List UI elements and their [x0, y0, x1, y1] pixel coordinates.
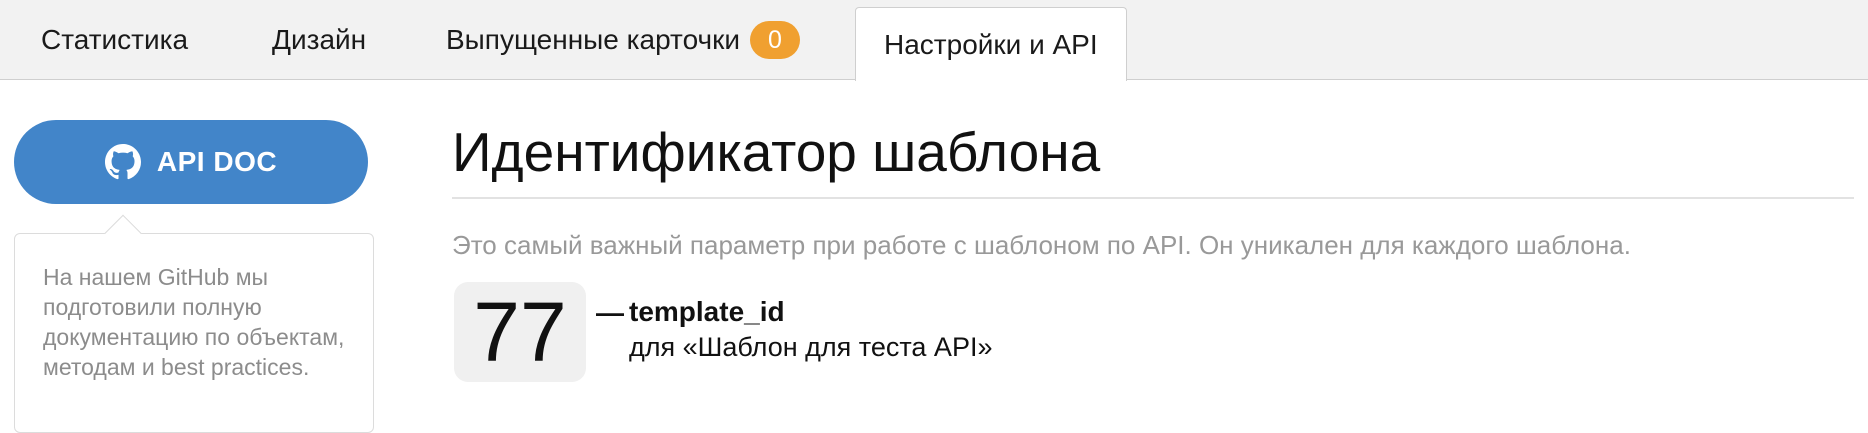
tab-design-label: Дизайн: [272, 24, 367, 55]
divider: [452, 197, 1854, 199]
github-icon: [104, 144, 141, 180]
template-id-param-name: template_id: [629, 296, 785, 327]
api-doc-button-label: API DOC: [156, 146, 278, 177]
template-id-description: для «Шаблон для теста API»: [629, 332, 993, 362]
api-doc-button[interactable]: API DOC: [14, 120, 368, 204]
section-description: Это самый важный параметр при работе с ш…: [452, 230, 1631, 260]
tab-issued-cards[interactable]: Выпущенные карточки 0: [446, 0, 800, 80]
template-id-dash: —: [596, 297, 624, 328]
tab-design[interactable]: Дизайн: [272, 0, 366, 80]
github-note-text: На нашем GitHub мы подготовили полную до…: [43, 264, 345, 380]
tab-statistics-label: Статистика: [41, 24, 189, 55]
tab-statistics[interactable]: Статистика: [41, 0, 188, 80]
issued-cards-count-badge: 0: [750, 21, 800, 59]
page-title: Идентификатор шаблона: [452, 121, 1101, 183]
tab-bar: Статистика Дизайн Выпущенные карточки 0 …: [0, 0, 1868, 81]
github-note: На нашем GitHub мы подготовили полную до…: [14, 233, 374, 433]
tab-settings-api-label: Настройки и API: [884, 28, 1098, 60]
template-id-value: 77: [454, 282, 586, 382]
tab-settings-api[interactable]: Настройки и API: [855, 7, 1127, 81]
tab-issued-cards-label: Выпущенные карточки: [446, 24, 740, 55]
